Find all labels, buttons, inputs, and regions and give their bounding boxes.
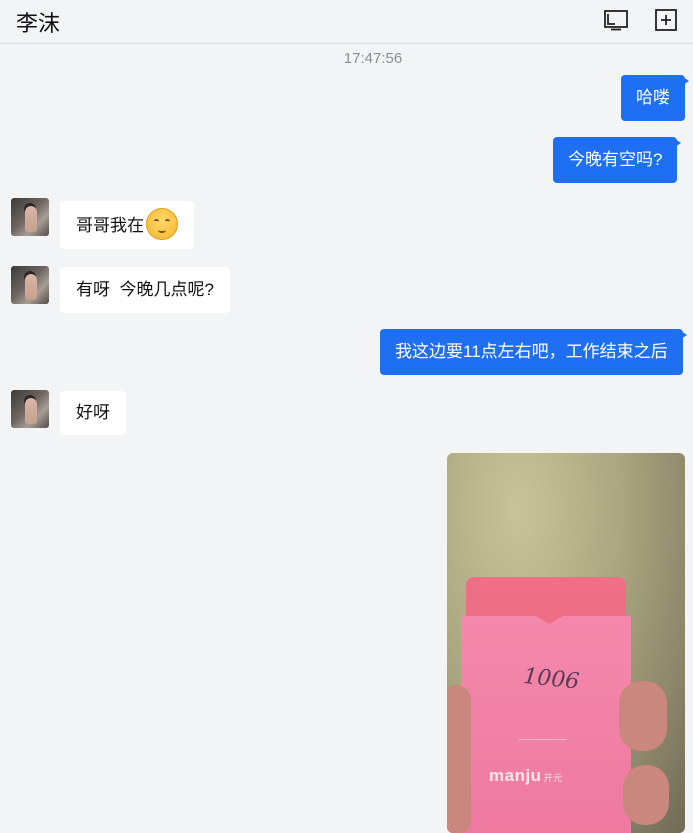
message-text: 我这边要11点左右吧，工作结束之后 — [395, 342, 668, 361]
message-text: 今晚有空吗? — [568, 150, 663, 169]
thumb — [447, 685, 471, 833]
pink-envelope — [461, 616, 631, 833]
chat-header: 李沫 — [0, 0, 693, 44]
incoming-message[interactable]: 好呀 — [60, 391, 126, 435]
outgoing-message[interactable]: 今晚有空吗? — [553, 137, 682, 183]
message-text: 有呀 今晚几点呢? — [76, 280, 214, 299]
contact-avatar[interactable] — [11, 390, 49, 428]
chat-title: 李沫 — [16, 11, 61, 36]
outgoing-message[interactable]: 我这边要11点左右吧，工作结束之后 — [380, 329, 687, 375]
screen-icon[interactable] — [603, 8, 629, 32]
finger — [619, 681, 667, 751]
incoming-message[interactable]: 有呀 今晚几点呢? — [60, 267, 230, 313]
contact-avatar[interactable] — [11, 266, 49, 304]
relieved-face-emoji — [146, 207, 178, 240]
message-text: 哥哥我在 — [76, 216, 144, 235]
message-text: 哈喽 — [636, 88, 670, 107]
contact-avatar[interactable] — [11, 198, 49, 236]
handwritten-number: 1006 — [522, 663, 581, 695]
envelope-logo: manju 开元 — [489, 766, 563, 785]
envelope-line — [519, 739, 567, 740]
message-timestamp: 17:47:56 — [343, 50, 403, 67]
add-icon[interactable] — [653, 8, 679, 32]
image-message[interactable]: 1006 manju 开元 — [447, 453, 685, 833]
outgoing-message[interactable]: 哈喽 — [621, 75, 689, 121]
message-text: 好呀 — [76, 403, 110, 422]
incoming-message[interactable]: 哥哥我在 — [60, 201, 194, 249]
finger — [623, 765, 669, 825]
